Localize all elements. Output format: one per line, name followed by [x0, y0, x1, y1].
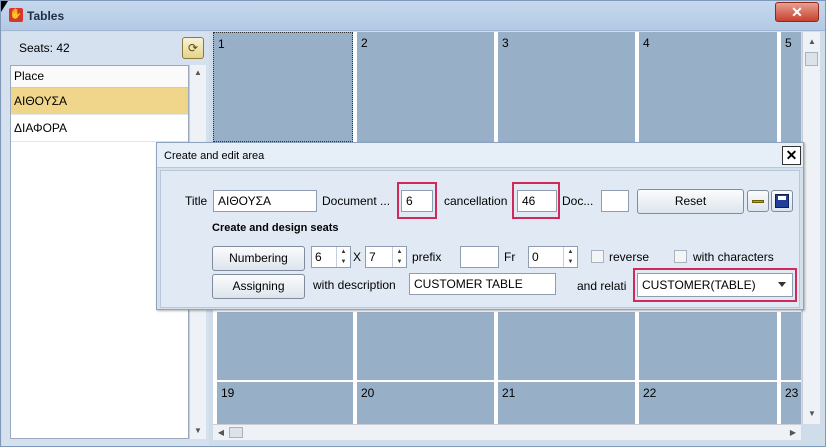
spin-up-icon[interactable]: ▲ — [564, 247, 577, 257]
dialog-close-button[interactable]: ✕ — [782, 146, 801, 165]
prefix-input[interactable] — [460, 246, 499, 268]
seat-cell[interactable]: 23 — [781, 382, 801, 424]
prefix-label: prefix — [412, 250, 442, 264]
numbering-button[interactable]: Numbering — [212, 246, 305, 271]
scroll-down-icon[interactable]: ▼ — [190, 423, 206, 439]
cancellation-label: cancellation — [444, 194, 508, 208]
title-input[interactable]: ΑΙΘΟΥΣΑ — [213, 190, 317, 212]
list-item[interactable]: ΔΙΑΦΟΡΑ — [11, 115, 188, 142]
seat-cell[interactable] — [781, 312, 801, 380]
rows-spinner[interactable]: 6 ▲ ▼ — [311, 246, 351, 268]
window-title: Tables — [27, 9, 65, 23]
scroll-thumb[interactable] — [805, 52, 818, 66]
title-bar: ✋ Tables ✕ — [1, 1, 825, 31]
document-label: Document ... — [322, 194, 391, 208]
tables-window: ✋ Tables ✕ Seats: 42 ⟳ Place ΑΙΘΟΥΣΑ ΔΙΑ… — [0, 0, 826, 447]
fr-label: Fr — [504, 250, 516, 264]
with-characters-label: with characters — [693, 250, 774, 264]
scroll-up-icon[interactable]: ▲ — [804, 34, 820, 50]
mouse-cursor-icon — [1, 1, 8, 12]
seat-cell[interactable] — [357, 312, 494, 380]
scroll-right-icon[interactable]: ▶ — [785, 425, 801, 441]
seat-cell[interactable]: 19 — [217, 382, 353, 424]
fr-spinner[interactable]: 0 ▲ ▼ — [528, 246, 578, 268]
assigning-button[interactable]: Assigning — [212, 274, 305, 299]
seat-cell[interactable] — [217, 312, 353, 380]
seat-cell[interactable] — [639, 312, 777, 380]
dialog-body: Title ΑΙΘΟΥΣΑ Document ... 6 cancellatio… — [160, 170, 800, 308]
save-icon — [775, 194, 789, 208]
description-input[interactable]: CUSTOMER TABLE — [409, 273, 556, 295]
spin-down-icon[interactable]: ▼ — [393, 257, 406, 267]
reverse-label: reverse — [609, 250, 650, 264]
x-label: X — [353, 250, 362, 264]
scroll-down-icon[interactable]: ▼ — [804, 406, 820, 422]
list-item[interactable]: ΑΙΘΟΥΣΑ — [11, 88, 188, 115]
relation-label: and relati — [577, 279, 627, 293]
seat-cell[interactable]: 3 — [498, 32, 635, 142]
seat-cell[interactable]: 2 — [357, 32, 494, 142]
with-description-label: with description — [313, 278, 396, 292]
seat-cell[interactable]: 21 — [498, 382, 635, 424]
seat-cell[interactable]: 1 — [213, 32, 353, 142]
reset-button[interactable]: Reset — [637, 189, 744, 214]
list-header: Place — [11, 66, 188, 88]
with-characters-checkbox[interactable] — [674, 250, 687, 263]
seat-cell[interactable] — [498, 312, 635, 380]
seats-count: Seats: 42 — [19, 41, 70, 55]
refresh-button[interactable]: ⟳ — [182, 37, 204, 59]
section-heading: Create and design seats — [212, 222, 339, 234]
seat-cell[interactable]: 4 — [639, 32, 777, 142]
spin-up-icon[interactable]: ▲ — [393, 247, 406, 257]
refresh-icon: ⟳ — [187, 41, 199, 55]
spin-up-icon[interactable]: ▲ — [337, 247, 350, 257]
spin-down-icon[interactable]: ▼ — [337, 257, 350, 267]
doc-input[interactable] — [601, 190, 629, 212]
cancellation-highlight — [512, 182, 560, 219]
seat-cell[interactable]: 5 — [781, 32, 801, 142]
reverse-checkbox[interactable] — [591, 250, 604, 263]
minus-button[interactable] — [747, 190, 769, 212]
grid-vertical-scrollbar[interactable]: ▲ ▼ — [802, 32, 820, 424]
app-icon: ✋ — [9, 8, 23, 22]
document-highlight — [397, 182, 437, 219]
dialog-title-bar: Create and edit area ✕ — [157, 143, 803, 168]
window-close-button[interactable]: ✕ — [775, 2, 819, 22]
cols-spinner[interactable]: 7 ▲ ▼ — [365, 246, 407, 268]
scroll-up-icon[interactable]: ▲ — [190, 65, 206, 81]
scroll-thumb[interactable] — [229, 427, 243, 438]
minus-icon — [752, 200, 764, 203]
spin-down-icon[interactable]: ▼ — [564, 257, 577, 267]
create-edit-area-dialog: Create and edit area ✕ Title ΑΙΘΟΥΣΑ Doc… — [156, 142, 804, 310]
seat-cell[interactable]: 20 — [357, 382, 494, 424]
dialog-title: Create and edit area — [164, 150, 265, 162]
doc-label: Doc... — [562, 194, 594, 208]
save-button[interactable] — [771, 190, 793, 212]
title-label: Title — [185, 194, 208, 208]
relation-highlight — [633, 268, 797, 302]
seat-cell[interactable]: 22 — [639, 382, 777, 424]
grid-horizontal-scrollbar[interactable]: ◀ ▶ — [213, 424, 801, 440]
scroll-left-icon[interactable]: ◀ — [213, 425, 229, 441]
